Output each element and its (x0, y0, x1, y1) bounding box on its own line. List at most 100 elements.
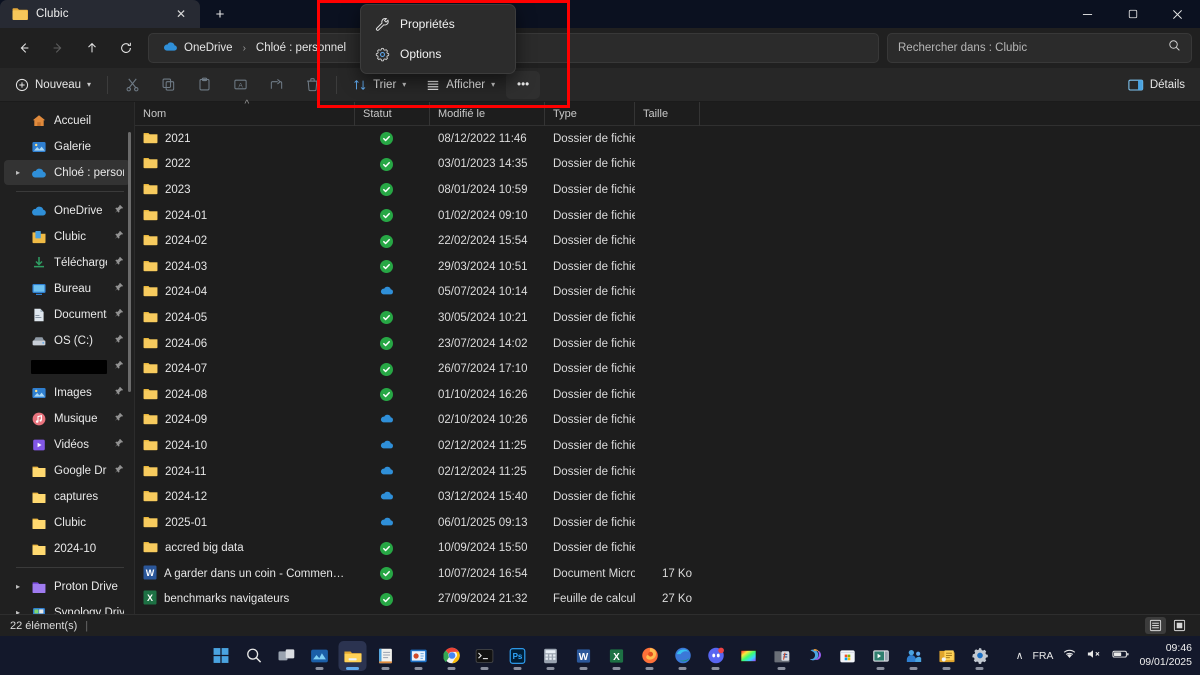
table-row[interactable]: 2024-0222/02/2024 15:54Dossier de fichie… (135, 228, 1200, 254)
taskbar-settings-icon[interactable] (966, 641, 994, 671)
table-row[interactable]: 2024-1102/12/2024 11:25Dossier de fichie… (135, 459, 1200, 485)
table-row[interactable]: 2024-0329/03/2024 10:51Dossier de fichie… (135, 254, 1200, 280)
chevron-right-icon[interactable]: ▸ (12, 168, 24, 177)
details-view-button[interactable] (1145, 617, 1166, 634)
chevron-right-icon[interactable]: ▸ (12, 608, 24, 614)
sidebar-item-clubic-local[interactable]: ▸ Clubic (4, 510, 130, 535)
taskbar-file-explorer-icon[interactable] (339, 641, 367, 671)
pin-icon[interactable] (114, 360, 124, 373)
pin-icon[interactable] (114, 230, 124, 243)
table-row[interactable]: 2025-0106/01/2025 09:13Dossier de fichie… (135, 510, 1200, 536)
column-header-type[interactable]: Type (545, 102, 635, 126)
share-button[interactable] (259, 71, 293, 99)
file-name-cell[interactable]: 2024-05 (135, 305, 355, 331)
file-name-cell[interactable]: 2024-08 (135, 382, 355, 408)
breadcrumb-onedrive[interactable]: OneDrive (157, 38, 239, 58)
pin-icon[interactable] (114, 204, 124, 217)
forward-button[interactable] (42, 33, 74, 63)
table-row[interactable]: 2024-1203/12/2024 15:40Dossier de fichie… (135, 484, 1200, 510)
file-name-cell[interactable]: 2024-11 (135, 459, 355, 485)
sidebar-item-google-drive[interactable]: ▸ Google Drive (4, 458, 130, 483)
menu-item-options[interactable]: Options (365, 39, 511, 69)
details-pane-button[interactable]: Détails (1119, 71, 1194, 99)
refresh-button[interactable] (110, 33, 142, 63)
sidebar-item-onedrive[interactable]: ▸ OneDrive (4, 198, 130, 223)
sidebar-item-redacted[interactable]: ▸ (4, 354, 130, 379)
file-name-cell[interactable]: 2024-03 (135, 254, 355, 280)
sidebar-item-documents[interactable]: ▸ Documents (4, 302, 130, 327)
taskbar-excel-icon[interactable]: X (603, 641, 631, 671)
copy-button[interactable] (151, 71, 185, 99)
file-name-cell[interactable]: 2024-12 (135, 484, 355, 510)
large-icons-view-button[interactable] (1169, 617, 1190, 634)
sort-button[interactable]: Trier ▾ (344, 71, 415, 99)
file-name-cell[interactable]: 2024-04 (135, 280, 355, 306)
taskbar-notes-icon[interactable] (933, 641, 961, 671)
rename-button[interactable]: A (223, 71, 257, 99)
taskbar-notepad-icon[interactable] (372, 641, 400, 671)
taskbar-discord-icon[interactable] (702, 641, 730, 671)
taskbar-chrome-icon[interactable] (438, 641, 466, 671)
taskbar-calculator-icon[interactable] (537, 641, 565, 671)
sidebar-item-musique[interactable]: ▸ Musique (4, 406, 130, 431)
file-name-cell[interactable]: 2024-01 (135, 203, 355, 229)
taskbar-firefox-icon[interactable] (636, 641, 664, 671)
taskbar-terminal-icon[interactable] (471, 641, 499, 671)
column-header-taille[interactable]: Taille (635, 102, 700, 126)
table-row[interactable]: 202203/01/2023 14:35Dossier de fichiers (135, 152, 1200, 178)
delete-button[interactable] (295, 71, 329, 99)
table-row[interactable]: 2024-0405/07/2024 10:14Dossier de fichie… (135, 280, 1200, 306)
view-button[interactable]: Afficher ▾ (417, 71, 504, 99)
table-row[interactable]: 2024-0801/10/2024 16:26Dossier de fichie… (135, 382, 1200, 408)
tab-clubic[interactable]: Clubic ✕ (0, 0, 200, 28)
file-name-cell[interactable]: 2025-01 (135, 510, 355, 536)
breadcrumb-chloe-personnel[interactable]: Chloé : personnel (250, 39, 352, 57)
table-row[interactable]: 2024-0623/07/2024 14:02Dossier de fichie… (135, 331, 1200, 357)
pin-icon[interactable] (114, 464, 124, 477)
table-row[interactable]: WA garder dans un coin - Comment modifi.… (135, 561, 1200, 587)
pin-icon[interactable] (114, 412, 124, 425)
table-row[interactable]: 202308/01/2024 10:59Dossier de fichiers (135, 177, 1200, 203)
battery-icon[interactable] (1112, 648, 1130, 663)
sidebar-item-videos[interactable]: ▸ Vidéos (4, 432, 130, 457)
taskbar-powerpoint-icon[interactable] (405, 641, 433, 671)
paste-button[interactable] (187, 71, 221, 99)
close-window-button[interactable] (1155, 0, 1200, 28)
taskbar-items[interactable]: PsWX (207, 636, 994, 675)
taskbar-teams-icon[interactable] (900, 641, 928, 671)
taskbar-task-view-icon[interactable] (273, 641, 301, 671)
file-name-cell[interactable]: 2024-02 (135, 228, 355, 254)
table-row[interactable]: 202108/12/2022 11:46Dossier de fichiers (135, 126, 1200, 152)
column-header-statut[interactable]: Statut (355, 102, 430, 126)
pin-icon[interactable] (114, 386, 124, 399)
sidebar-item-os-c[interactable]: ▸ OS (C:) (4, 328, 130, 353)
new-tab-button[interactable]: + (206, 1, 234, 27)
pin-icon[interactable] (114, 282, 124, 295)
file-name-cell[interactable]: accred big data (135, 536, 355, 562)
sidebar-item-captures[interactable]: ▸ captures (4, 484, 130, 509)
file-name-cell[interactable]: 2023 (135, 177, 355, 203)
table-row[interactable]: 2024-0101/02/2024 09:10Dossier de fichie… (135, 203, 1200, 229)
pin-icon[interactable] (114, 308, 124, 321)
back-button[interactable] (8, 33, 40, 63)
table-row[interactable]: 2024-0902/10/2024 10:26Dossier de fichie… (135, 408, 1200, 434)
volume-muted-icon[interactable] (1086, 648, 1103, 663)
wifi-icon[interactable] (1062, 648, 1077, 663)
taskbar-photoshop-icon[interactable]: Ps (504, 641, 532, 671)
column-header-modifie-le[interactable]: Modifié le (430, 102, 545, 126)
more-options-menu[interactable]: Propriétés Options (360, 4, 516, 74)
minimize-button[interactable] (1065, 0, 1110, 28)
table-row[interactable]: accred big data10/09/2024 15:50Dossier d… (135, 536, 1200, 562)
sidebar-item-accueil[interactable]: ▸ Accueil (4, 108, 130, 133)
table-row[interactable]: Xbenchmarks navigateurs27/09/2024 21:32F… (135, 587, 1200, 613)
file-rows[interactable]: 202108/12/2022 11:46Dossier de fichiers2… (135, 126, 1200, 614)
pin-icon[interactable] (114, 334, 124, 347)
file-name-cell[interactable]: 2024-09 (135, 408, 355, 434)
taskbar-widgets-icon[interactable] (306, 641, 334, 671)
taskbar-microsoft-store-icon[interactable] (834, 641, 862, 671)
table-row[interactable]: 2024-0726/07/2024 17:10Dossier de fichie… (135, 356, 1200, 382)
search-input[interactable] (898, 42, 1148, 54)
file-name-cell[interactable]: 2021 (135, 126, 355, 152)
file-name-cell[interactable]: Xbenchmarks navigateurs (135, 587, 355, 613)
taskbar-copilot-icon[interactable] (801, 641, 829, 671)
